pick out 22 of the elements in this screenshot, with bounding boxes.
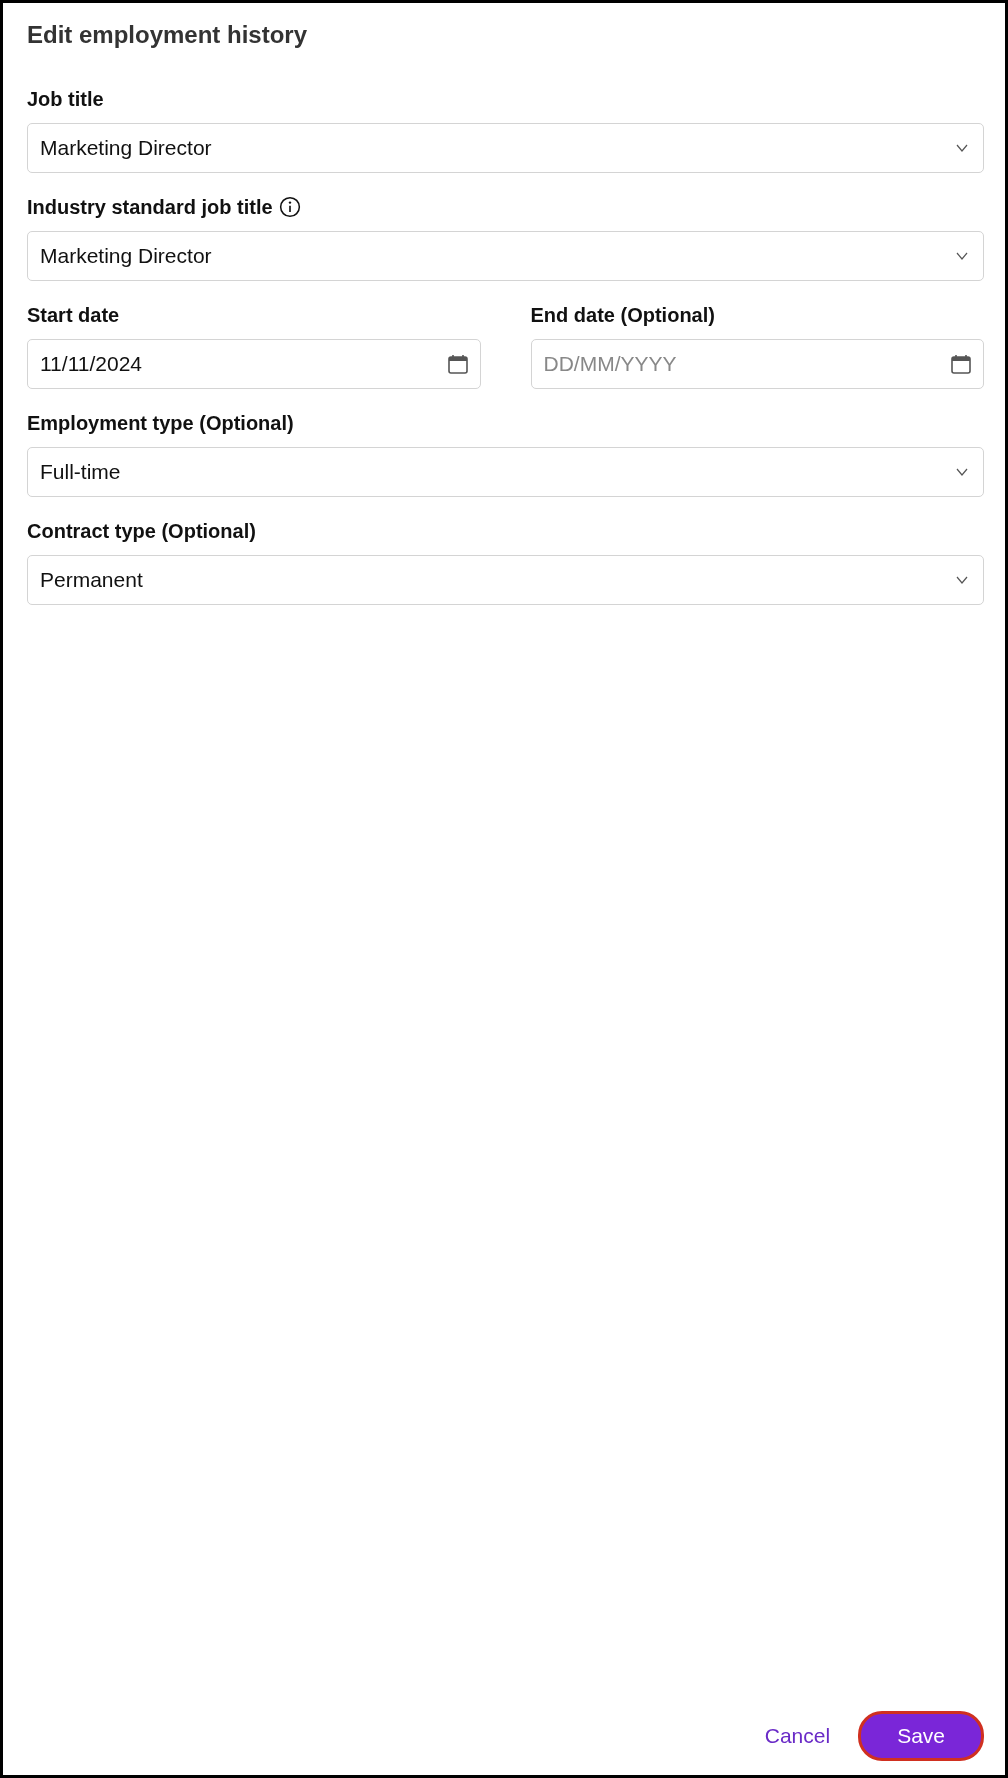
- info-icon[interactable]: [278, 196, 301, 218]
- cancel-button[interactable]: Cancel: [760, 1716, 835, 1756]
- field-label: End date (Optional): [530, 303, 715, 327]
- save-button[interactable]: Save: [858, 1711, 984, 1761]
- field-label: Industry standard job title: [27, 195, 273, 219]
- chevron-down-icon: [956, 468, 968, 476]
- field-label: Employment type (Optional): [27, 411, 294, 435]
- date-field[interactable]: DD/MM/YYYY: [530, 339, 984, 389]
- field-label: Start date: [27, 303, 120, 327]
- select-field[interactable]: Marketing Director: [27, 123, 984, 173]
- select-field[interactable]: Marketing Director: [27, 231, 984, 281]
- chevron-down-icon: [956, 252, 968, 260]
- select-field[interactable]: Permanent: [27, 555, 984, 605]
- chevron-down-icon: [956, 144, 968, 152]
- calendar-icon[interactable]: [446, 353, 469, 375]
- field-label: Job title: [27, 87, 104, 111]
- chevron-down-icon: [956, 576, 968, 584]
- date-field[interactable]: 11/11/2024: [27, 339, 481, 389]
- field-label: Contract type (Optional): [27, 519, 256, 543]
- dialog-title: Edit employment history: [27, 20, 309, 50]
- calendar-icon[interactable]: [950, 353, 972, 375]
- select-field[interactable]: Full-time: [27, 447, 984, 497]
